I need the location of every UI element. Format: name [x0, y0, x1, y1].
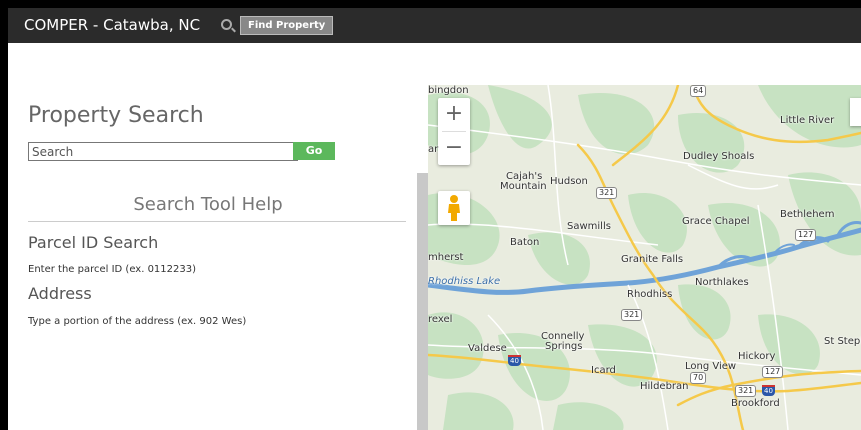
- map-label: Rhodhiss Lake: [428, 276, 501, 287]
- map-label: bingdon: [428, 85, 469, 96]
- route-shield: 321: [621, 309, 643, 321]
- search-input[interactable]: [28, 142, 298, 161]
- parcel-id-help-text: Enter the parcel ID (ex. 0112233): [28, 264, 197, 275]
- map-type-control[interactable]: [850, 98, 861, 126]
- route-shield: 127: [795, 229, 817, 241]
- map-label: Rhodhiss: [627, 289, 673, 300]
- go-button[interactable]: Go: [293, 142, 335, 160]
- map-label: mherst: [428, 252, 464, 263]
- map-label: Dudley Shoals: [683, 151, 755, 162]
- panel-scrollbar[interactable]: [417, 173, 428, 430]
- property-search-title: Property Search: [28, 103, 204, 128]
- app-title: COMPER - Catawba, NC: [24, 16, 201, 34]
- map-label: rexel: [428, 314, 453, 325]
- help-divider: [28, 221, 406, 222]
- find-property-button[interactable]: Find Property: [240, 16, 334, 35]
- map-label: Granite Falls: [621, 254, 684, 265]
- map-view[interactable]: + − bingdon Little River Dudley Shoals C…: [428, 85, 861, 430]
- map-label: Long View: [685, 361, 737, 372]
- route-shield: 64: [690, 85, 707, 97]
- map-label: Bethlehem: [780, 209, 835, 220]
- route-shield: 70: [690, 372, 707, 384]
- map-label: ar: [428, 144, 439, 155]
- map-label: St Steph: [824, 336, 861, 347]
- interstate-shield: 40: [762, 385, 775, 396]
- search-icon[interactable]: [221, 19, 232, 30]
- zoom-in-button[interactable]: +: [438, 98, 470, 131]
- zoom-out-button[interactable]: −: [438, 132, 470, 165]
- pegman-icon: [448, 195, 460, 221]
- map-label: Brookford: [731, 398, 780, 409]
- top-bar: COMPER - Catawba, NC Find Property: [8, 8, 861, 43]
- address-heading: Address: [28, 284, 92, 303]
- app-frame: COMPER - Catawba, NC Find Property Prope…: [8, 8, 861, 430]
- map-label: Hudson: [550, 176, 588, 187]
- map-label: Mountain: [500, 181, 547, 192]
- map-label: Springs: [545, 341, 583, 352]
- sub-header-bar: [8, 43, 861, 85]
- map-label: Grace Chapel: [682, 216, 750, 227]
- route-shield: 127: [762, 366, 784, 378]
- zoom-control: + −: [438, 98, 470, 165]
- map-label: Hildebran: [640, 381, 689, 392]
- address-help-text: Type a portion of the address (ex. 902 W…: [28, 316, 247, 327]
- search-panel: [8, 85, 428, 430]
- parcel-id-heading: Parcel ID Search: [28, 233, 159, 252]
- route-shield: 321: [735, 385, 757, 397]
- map-label: Valdese: [468, 343, 507, 354]
- map-label: Baton: [510, 237, 540, 248]
- street-view-pegman[interactable]: [438, 191, 470, 225]
- help-title: Search Tool Help: [133, 194, 283, 215]
- map-label: Icard: [591, 365, 616, 376]
- map-label: Little River: [780, 115, 835, 126]
- route-shield: 321: [596, 187, 618, 199]
- interstate-shield: 40: [508, 355, 521, 366]
- map-label: Sawmills: [567, 221, 611, 232]
- map-label: Northlakes: [695, 277, 749, 288]
- map-label: Hickory: [738, 351, 776, 362]
